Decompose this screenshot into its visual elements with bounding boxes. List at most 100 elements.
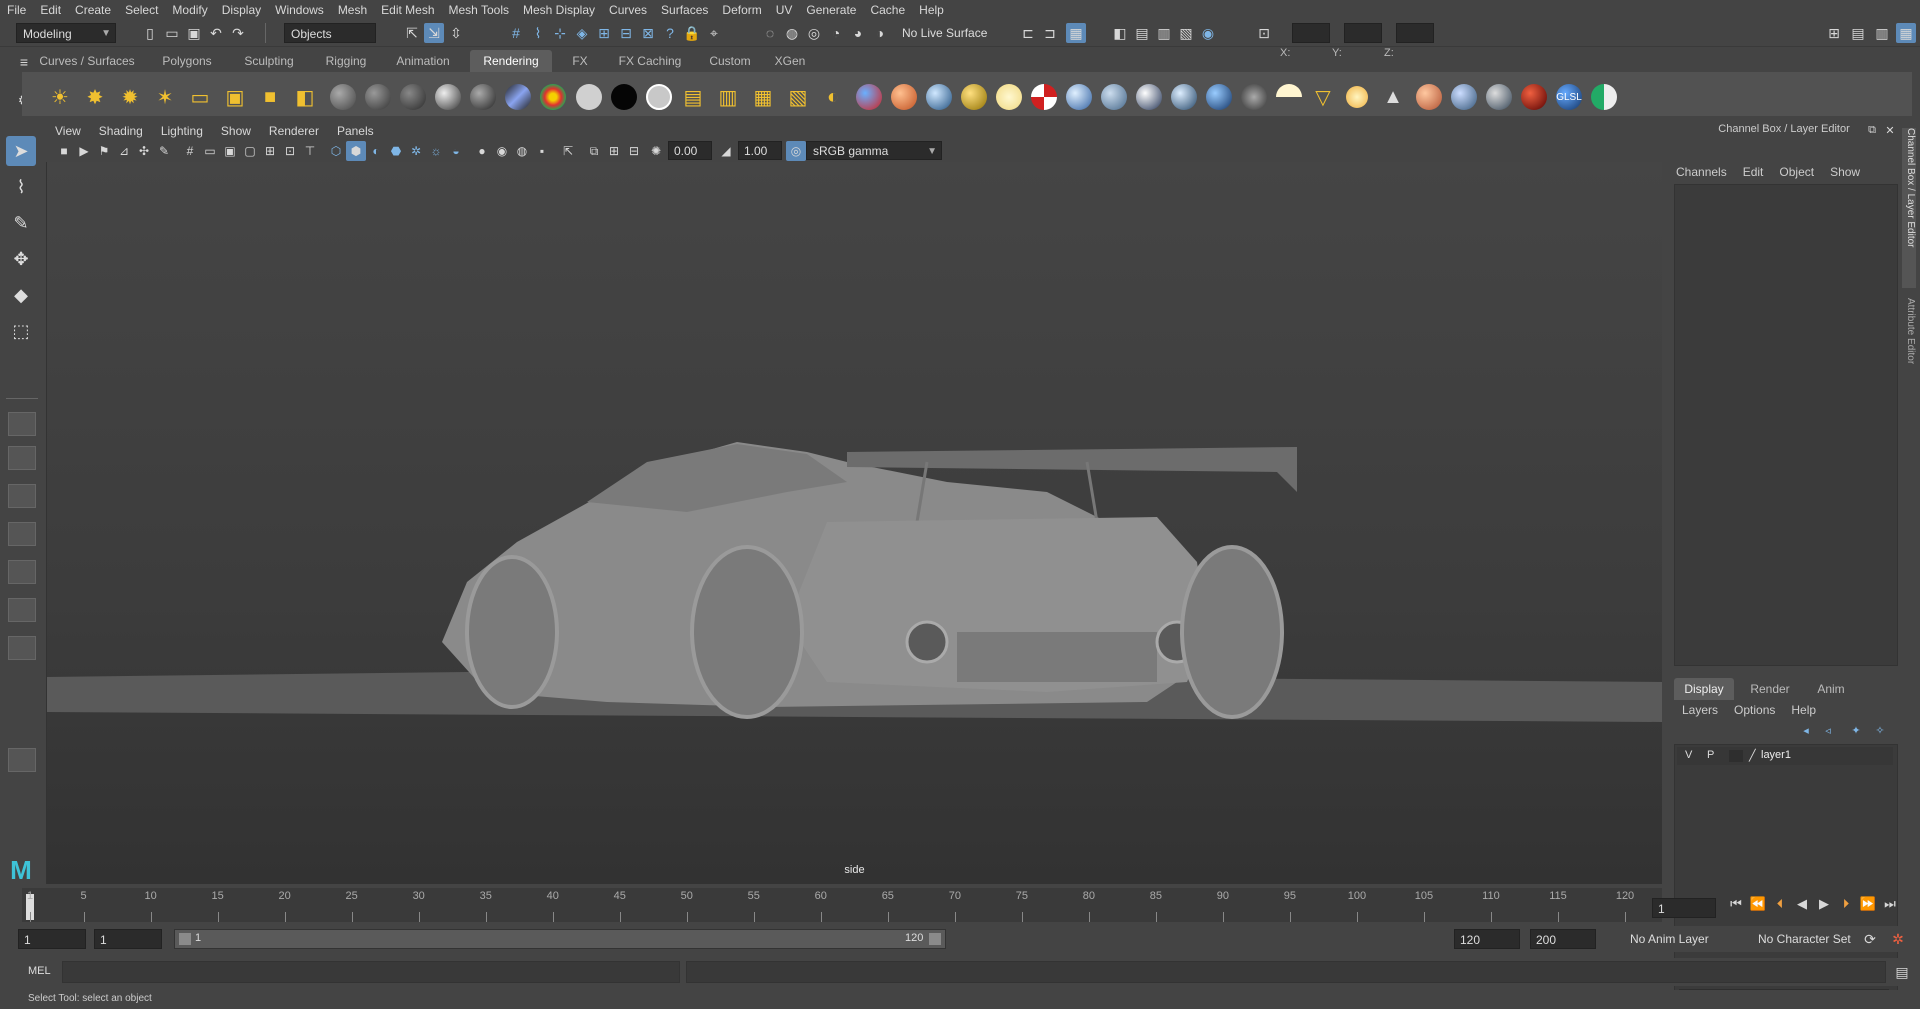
- menu-create[interactable]: Create: [68, 0, 118, 20]
- motion-blur-icon[interactable]: ◉: [492, 141, 512, 161]
- batch-render-icon[interactable]: ◐: [821, 85, 845, 109]
- panel-menu-show[interactable]: Show: [212, 122, 260, 140]
- modeling-toolkit-icon[interactable]: ⊞: [1824, 23, 1844, 43]
- blinn-material-icon[interactable]: [365, 84, 391, 110]
- shading-map-icon[interactable]: [646, 84, 672, 110]
- shelf-tab-fx[interactable]: FX: [562, 50, 598, 72]
- coord-y-input[interactable]: [1344, 23, 1382, 43]
- float-panel-icon[interactable]: ⧉: [1862, 120, 1882, 140]
- shadows-icon[interactable]: ◒: [446, 141, 466, 161]
- image-plane-icon[interactable]: ⊿: [114, 141, 134, 161]
- menu-edit-mesh[interactable]: Edit Mesh: [374, 0, 441, 20]
- safe-title-icon[interactable]: ⊤: [300, 141, 320, 161]
- tab-render[interactable]: Render: [1740, 678, 1800, 700]
- default-material-icon[interactable]: ◐: [366, 141, 386, 161]
- channel-box-toggle-icon[interactable]: ▦: [1896, 23, 1916, 43]
- menu-mesh-tools[interactable]: Mesh Tools: [442, 0, 516, 20]
- anim-layer-dropdown[interactable]: No Anim Layer: [1624, 929, 1734, 949]
- grease-pencil-icon[interactable]: ✎: [154, 141, 174, 161]
- channel-box-menu-channels[interactable]: Channels: [1668, 162, 1735, 182]
- range-start-handle[interactable]: [179, 933, 191, 945]
- shelf-tab-rendering[interactable]: Rendering: [470, 50, 552, 72]
- color-management-icon[interactable]: ◎: [786, 141, 806, 161]
- xray-joints-icon[interactable]: ⧉: [584, 141, 604, 161]
- menu-file[interactable]: File: [0, 0, 33, 20]
- safe-action-icon[interactable]: ⊡: [280, 141, 300, 161]
- hypershade-icon[interactable]: ◉: [1198, 23, 1218, 43]
- dome-light-icon[interactable]: [1276, 84, 1302, 110]
- camera-icon[interactable]: ■: [258, 85, 282, 109]
- time-slider[interactable]: 1 5 10 15 20 25 30 35 40 45 50 55 60 65 70 75 80 85 90 95 10…: [22, 888, 1662, 922]
- layer-name[interactable]: layer1: [1761, 749, 1791, 761]
- wireframe-on-shaded-icon[interactable]: ⬣: [386, 141, 406, 161]
- shelf-menu-icon[interactable]: ≡: [14, 52, 34, 72]
- layered-shader-icon[interactable]: [505, 84, 531, 110]
- reflection-icon[interactable]: ◔: [826, 23, 846, 43]
- panel-menu-panels[interactable]: Panels: [328, 122, 383, 140]
- rgb-shader-icon[interactable]: [856, 84, 882, 110]
- phong-material-icon[interactable]: [400, 84, 426, 110]
- persp-graph-layout-icon[interactable]: [8, 522, 36, 546]
- construction-history-icon[interactable]: ◕: [848, 23, 868, 43]
- history-icon[interactable]: ⌖: [704, 23, 724, 43]
- lock-icon[interactable]: 🔒: [682, 23, 702, 43]
- menuset-dropdown[interactable]: Modeling ▼: [16, 23, 116, 43]
- skin-shader-icon[interactable]: [891, 84, 917, 110]
- step-back-frame-icon[interactable]: ⏴: [1770, 894, 1790, 914]
- layer-visibility-toggle[interactable]: V: [1685, 749, 1692, 761]
- ipr-shelf-icon[interactable]: ▦: [751, 85, 775, 109]
- cone-icon[interactable]: ▲: [1381, 85, 1405, 109]
- panel-menu-shading[interactable]: Shading: [90, 122, 152, 140]
- menu-uv[interactable]: UV: [769, 0, 800, 20]
- four-view-layout-icon[interactable]: [8, 446, 36, 470]
- coord-x-input[interactable]: [1292, 23, 1330, 43]
- emission-shader-icon[interactable]: [996, 84, 1022, 110]
- shelf-tab-sculpting[interactable]: Sculpting: [228, 50, 310, 72]
- open-scene-icon[interactable]: ▭: [162, 23, 182, 43]
- character-set-dropdown[interactable]: No Character Set: [1752, 929, 1872, 949]
- glsl-shader-icon[interactable]: GLSL: [1556, 84, 1582, 110]
- select-by-hierarchy-icon[interactable]: ⇱: [402, 23, 422, 43]
- paint-select-tool-icon[interactable]: ✎: [6, 208, 36, 238]
- animation-start-input[interactable]: 1: [18, 929, 86, 949]
- wireframe-icon[interactable]: ⬡: [326, 141, 346, 161]
- channel-box-menu-edit[interactable]: Edit: [1735, 162, 1772, 182]
- shelf-tab-fx-caching[interactable]: FX Caching: [602, 50, 698, 72]
- camera-attributes-icon[interactable]: ▶: [74, 141, 94, 161]
- layer-playback-toggle[interactable]: P: [1707, 749, 1714, 761]
- point-light-icon[interactable]: ✹: [118, 85, 142, 109]
- render-current-frame-icon[interactable]: ▤: [1132, 23, 1152, 43]
- menu-cache[interactable]: Cache: [863, 0, 912, 20]
- ipr-render-icon[interactable]: ▥: [1154, 23, 1174, 43]
- color-space-dropdown[interactable]: sRGB gamma ▼: [806, 141, 942, 160]
- shelf-tab-rigging[interactable]: Rigging: [310, 50, 382, 72]
- smooth-shade-icon[interactable]: ⬢: [346, 141, 366, 161]
- select-by-component-icon[interactable]: ⇳: [446, 23, 466, 43]
- animation-end-input[interactable]: 200: [1530, 929, 1596, 949]
- ambient-light-icon[interactable]: ☀: [48, 85, 72, 109]
- menu-mesh-display[interactable]: Mesh Display: [516, 0, 602, 20]
- subsurface-shader-icon[interactable]: [1416, 84, 1442, 110]
- lasso-tool-icon[interactable]: ⌇: [6, 172, 36, 202]
- gold-shader-icon[interactable]: [961, 84, 987, 110]
- stereo-camera-icon[interactable]: [1591, 84, 1617, 110]
- panel-menu-lighting[interactable]: Lighting: [152, 122, 212, 140]
- move-layer-up-icon[interactable]: ◂: [1796, 720, 1816, 740]
- play-backwards-icon[interactable]: ◀: [1792, 894, 1812, 914]
- menu-edit[interactable]: Edit: [33, 0, 68, 20]
- volume-light-icon[interactable]: ▣: [223, 85, 247, 109]
- move-tool-icon[interactable]: ✥: [6, 244, 36, 274]
- undo-icon[interactable]: ↶: [206, 23, 226, 43]
- render-frame-shelf-icon[interactable]: ▥: [716, 85, 740, 109]
- bookmark-icon[interactable]: ⚑: [94, 141, 114, 161]
- metal-shader-icon[interactable]: [1136, 84, 1162, 110]
- new-scene-icon[interactable]: ▯: [140, 23, 160, 43]
- channel-box-menu-object[interactable]: Object: [1771, 162, 1822, 182]
- menu-help[interactable]: Help: [912, 0, 951, 20]
- shelf-tab-polygons[interactable]: Polygons: [146, 50, 228, 72]
- go-to-start-icon[interactable]: ⏮: [1726, 894, 1746, 914]
- command-input[interactable]: [62, 961, 680, 983]
- redo-icon[interactable]: ↷: [228, 23, 248, 43]
- film-gate-icon[interactable]: ▭: [200, 141, 220, 161]
- snap-to-point-icon[interactable]: ⊹: [550, 23, 570, 43]
